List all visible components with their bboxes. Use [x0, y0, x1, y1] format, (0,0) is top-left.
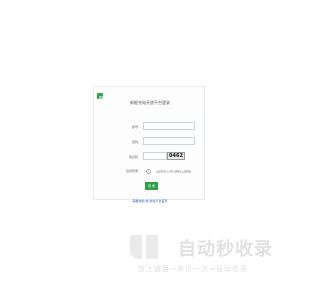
watermark-brand-text: 自动秒收录: [178, 239, 273, 260]
captcha-image[interactable]: 0462: [167, 152, 185, 160]
platform-logo-icon: [97, 93, 103, 99]
auto-login-row: (请勿在公共计算机上使用): [146, 169, 191, 174]
auto-login-hint: (请勿在公共计算机上使用): [156, 169, 192, 174]
auto-login-radio[interactable]: [146, 169, 151, 174]
captcha-input[interactable]: [143, 152, 167, 160]
watermark-brand: 自动秒收录: [130, 235, 280, 260]
page-title: 新能充电开放平台登录: [130, 100, 170, 105]
help-link[interactable]: 需要协助 或 前往平台首页: [0, 199, 300, 203]
username-input[interactable]: [143, 122, 195, 130]
auto-login-label: 自动登录: [125, 169, 138, 173]
watermark-logo-icon: [130, 235, 170, 259]
username-label: 账号: [131, 125, 138, 129]
captcha-label: 验证码: [128, 155, 138, 159]
login-button[interactable]: 登 录: [145, 182, 158, 190]
watermark-tagline: 放上链接→来访一次→自动收录: [138, 265, 248, 273]
password-label: 密码: [131, 140, 138, 144]
password-input[interactable]: [143, 137, 195, 145]
page: 新能充电开放平台登录 账号 密码 验证码 0462 自动登录 (请勿在公共计算机…: [0, 0, 300, 300]
